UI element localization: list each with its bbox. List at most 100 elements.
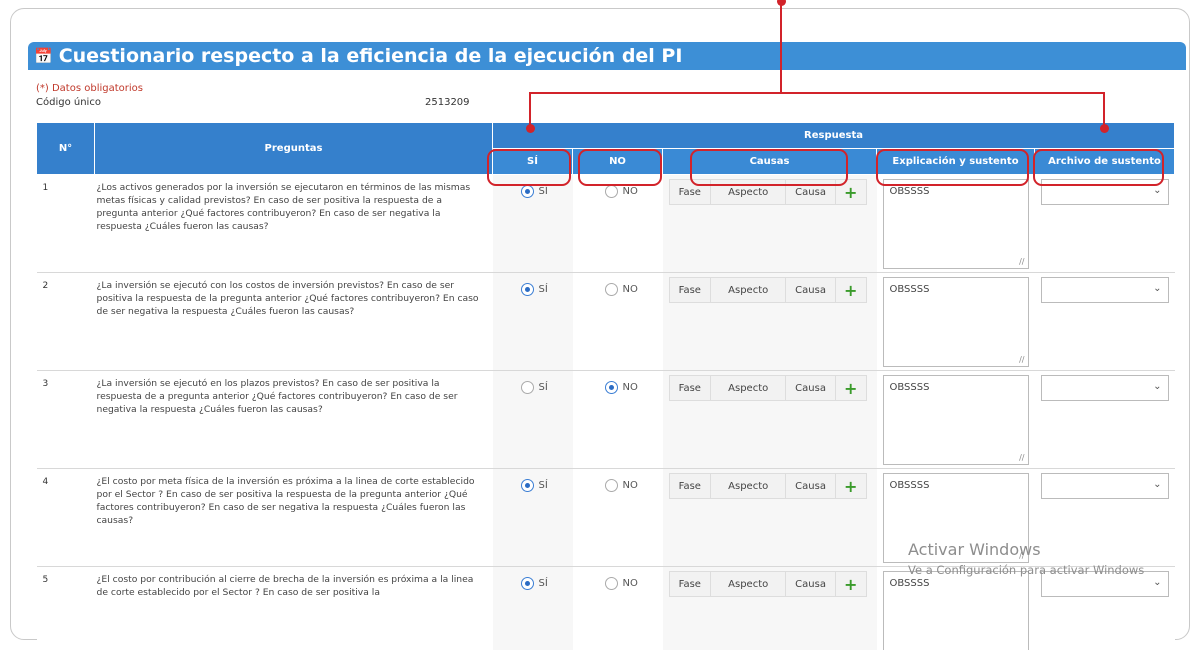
si-cell: SÍ — [492, 566, 573, 650]
windows-activation-watermark: Activar Windows Ve a Configuración para … — [908, 540, 1145, 577]
causes-group: Fase Aspecto Causa + — [668, 277, 867, 303]
calendar-icon: 📅 — [34, 47, 53, 65]
radio-no[interactable]: NO — [604, 479, 663, 492]
highlight-causes — [690, 149, 848, 186]
header-questions: Preguntas — [94, 122, 493, 175]
cause-causa: Causa — [786, 474, 836, 498]
section-header: 📅 Cuestionario respecto a la eficiencia … — [28, 42, 1186, 70]
chevron-down-icon: ⌄ — [1153, 283, 1162, 294]
explanation-cell: OBSSSS∕∕ — [876, 566, 1035, 650]
radio-circle-icon[interactable] — [604, 283, 618, 296]
cause-fase: Fase — [670, 278, 712, 302]
cause-causa: Causa — [786, 376, 836, 400]
radio-si[interactable]: SÍ — [520, 381, 573, 394]
radio-circle-icon[interactable] — [604, 185, 618, 198]
radio-si[interactable]: SÍ — [520, 185, 573, 198]
causes-group: Fase Aspecto Causa + — [668, 375, 867, 401]
no-cell: NO — [572, 370, 663, 469]
row-number: 5 — [36, 566, 95, 650]
cause-aspecto: Aspecto — [711, 474, 787, 498]
radio-si[interactable]: SÍ — [520, 479, 573, 492]
question-text: ¿El costo por meta física de la inversió… — [94, 468, 493, 567]
radio-no[interactable]: NO — [604, 577, 663, 590]
annotation-line — [1103, 92, 1105, 128]
radio-circle-icon[interactable] — [604, 479, 618, 492]
causes-group: Fase Aspecto Causa + — [668, 473, 867, 499]
header-response: Respuesta — [491, 122, 1176, 149]
chevron-down-icon: ⌄ — [1153, 185, 1162, 196]
add-cause-plus-icon[interactable]: + — [836, 572, 866, 596]
file-cell: ⌄ — [1034, 174, 1175, 273]
highlight-explanation — [876, 149, 1029, 186]
radio-circle-icon[interactable] — [520, 577, 534, 590]
annotation-line — [529, 92, 531, 128]
radio-circle-icon[interactable] — [520, 283, 534, 296]
cause-aspecto: Aspecto — [711, 278, 787, 302]
si-cell: SÍ — [492, 468, 573, 567]
cause-aspecto: Aspecto — [711, 376, 787, 400]
add-cause-plus-icon[interactable]: + — [836, 376, 866, 400]
resize-grip-icon[interactable]: ∕∕ — [1019, 257, 1024, 266]
file-select[interactable]: ⌄ — [1040, 277, 1169, 303]
table-row: 5 ¿El costo por contribución al cierre de… — [36, 566, 1175, 650]
cause-fase: Fase — [670, 572, 712, 596]
radio-no[interactable]: NO — [604, 283, 663, 296]
required-note: (*) Datos obligatorios — [36, 83, 143, 94]
no-cell: NO — [572, 272, 663, 371]
file-cell: ⌄ — [1034, 370, 1175, 469]
cause-fase: Fase — [670, 376, 712, 400]
no-cell: NO — [572, 566, 663, 650]
file-cell: ⌄ — [1034, 272, 1175, 371]
annotation-pin — [526, 124, 535, 133]
radio-circle-icon[interactable] — [604, 577, 618, 590]
highlight-si — [487, 149, 571, 186]
highlight-file — [1033, 149, 1164, 186]
explanation-textarea[interactable]: OBSSSS∕∕ — [882, 277, 1029, 367]
code-label: Código único — [36, 97, 101, 108]
causes-cell: Fase Aspecto Causa + — [662, 174, 877, 273]
question-text: ¿El costo por contribución al cierre de … — [94, 566, 493, 650]
explanation-textarea[interactable]: OBSSSS∕∕ — [882, 179, 1029, 269]
explanation-cell: OBSSSS∕∕ — [876, 370, 1035, 469]
explanation-textarea[interactable]: OBSSSS∕∕ — [882, 571, 1029, 650]
cause-causa: Causa — [786, 278, 836, 302]
no-cell: NO — [572, 174, 663, 273]
causes-group: Fase Aspecto Causa + — [668, 571, 867, 597]
radio-circle-icon[interactable] — [520, 185, 534, 198]
explanation-cell: OBSSSS∕∕ — [876, 174, 1035, 273]
chevron-down-icon: ⌄ — [1153, 381, 1162, 392]
explanation-cell: OBSSSS∕∕ — [876, 272, 1035, 371]
table-row: 3 ¿La inversión se ejecutó en los plazos … — [36, 370, 1175, 469]
highlight-no — [578, 149, 662, 186]
section-title: Cuestionario respecto a la eficiencia de… — [58, 45, 683, 67]
cause-causa: Causa — [786, 572, 836, 596]
annotation-line — [780, 2, 782, 94]
header-num: N° — [36, 122, 95, 175]
resize-grip-icon[interactable]: ∕∕ — [1019, 355, 1024, 364]
file-select[interactable]: ⌄ — [1040, 375, 1169, 401]
add-cause-plus-icon[interactable]: + — [836, 278, 866, 302]
file-cell: ⌄ — [1034, 566, 1175, 650]
chevron-down-icon: ⌄ — [1153, 577, 1162, 588]
causes-cell: Fase Aspecto Causa + — [662, 566, 877, 650]
add-cause-plus-icon[interactable]: + — [836, 474, 866, 498]
table-row: 1 ¿Los activos generados por la inversión… — [36, 174, 1175, 273]
question-text: ¿La inversión se ejecutó en los plazos p… — [94, 370, 493, 469]
radio-circle-icon[interactable] — [604, 381, 618, 394]
resize-grip-icon[interactable]: ∕∕ — [1019, 453, 1024, 462]
radio-circle-icon[interactable] — [520, 381, 534, 394]
radio-no[interactable]: NO — [604, 381, 663, 394]
row-number: 3 — [36, 370, 95, 469]
radio-no[interactable]: NO — [604, 185, 663, 198]
radio-si[interactable]: SÍ — [520, 283, 573, 296]
question-text: ¿La inversión se ejecutó con los costos … — [94, 272, 493, 371]
chevron-down-icon: ⌄ — [1153, 479, 1162, 490]
explanation-textarea[interactable]: OBSSSS∕∕ — [882, 375, 1029, 465]
file-select[interactable]: ⌄ — [1040, 473, 1169, 499]
row-number: 4 — [36, 468, 95, 567]
row-number: 2 — [36, 272, 95, 371]
radio-si[interactable]: SÍ — [520, 577, 573, 590]
si-cell: SÍ — [492, 370, 573, 469]
radio-circle-icon[interactable] — [520, 479, 534, 492]
cause-aspecto: Aspecto — [711, 572, 787, 596]
